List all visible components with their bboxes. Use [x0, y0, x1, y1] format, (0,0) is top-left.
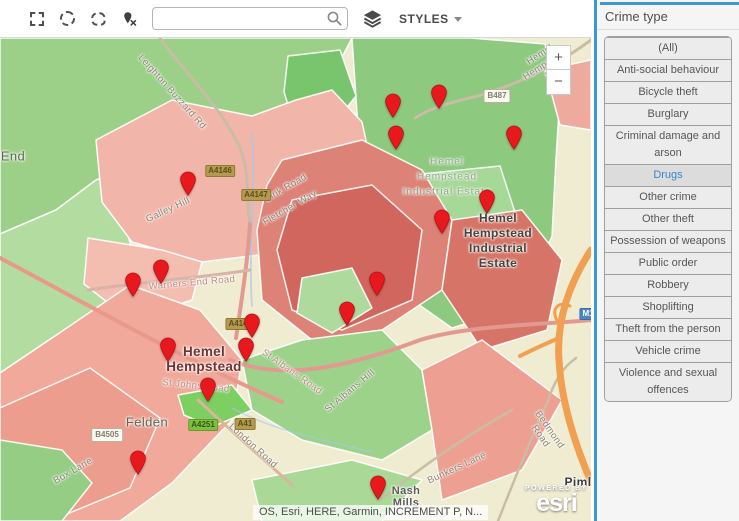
select-circle-tool[interactable] — [59, 10, 76, 27]
crime-location-pin[interactable] — [129, 450, 147, 475]
chevron-down-icon — [454, 17, 462, 22]
dashed-lasso-icon — [90, 10, 108, 27]
pin-icon — [179, 171, 197, 196]
styles-dropdown[interactable]: STYLES — [399, 12, 462, 26]
search-box — [152, 7, 348, 30]
zoom-in-button[interactable]: + — [546, 45, 571, 70]
crime-location-pin[interactable] — [384, 93, 402, 118]
crime-type-button[interactable]: Bicycle theft — [605, 81, 731, 103]
crime-type-button[interactable]: Public order — [605, 252, 731, 274]
map-toolbar: STYLES — [0, 0, 591, 38]
search-input[interactable] — [152, 7, 348, 30]
pin-icon — [199, 377, 217, 402]
pin-icon — [433, 209, 451, 234]
crime-location-pin[interactable] — [237, 337, 255, 362]
search-icon[interactable] — [326, 10, 343, 27]
clear-pins-tool[interactable] — [121, 10, 138, 27]
pin-icon — [478, 189, 496, 214]
map-canvas[interactable]: Leighton Buzzard RdHemel Hempstead RdEnd… — [0, 38, 591, 521]
crime-location-pin[interactable] — [433, 209, 451, 234]
select-lasso-tool[interactable] — [90, 10, 107, 27]
dashed-rectangle-icon — [30, 12, 44, 26]
pin-remove-icon — [121, 9, 138, 29]
crime-type-button[interactable]: (All) — [605, 37, 731, 59]
pin-icon — [368, 271, 386, 296]
dashed-circle-icon — [60, 11, 75, 26]
choropleth-basemap — [0, 38, 591, 521]
crime-type-button[interactable]: Burglary — [605, 103, 731, 125]
zoom-control: + − — [546, 45, 571, 95]
crime-location-pin[interactable] — [199, 377, 217, 402]
crime-location-pin[interactable] — [159, 337, 177, 362]
crime-type-button[interactable]: Criminal damage and arson — [605, 125, 731, 164]
pin-icon — [430, 84, 448, 109]
crime-location-pin[interactable] — [505, 125, 523, 150]
crime-type-button[interactable]: Theft from the person — [605, 318, 731, 340]
layers-icon — [362, 8, 383, 29]
pin-icon — [369, 475, 387, 500]
crime-type-button[interactable]: Other crime — [605, 186, 731, 208]
layers-button[interactable] — [362, 10, 383, 27]
crime-type-button[interactable]: Robbery — [605, 274, 731, 296]
pin-icon — [159, 337, 177, 362]
crime-location-pin[interactable] — [179, 171, 197, 196]
crime-location-pin[interactable] — [387, 125, 405, 150]
pin-icon — [338, 301, 356, 326]
crime-type-button[interactable]: Other theft — [605, 208, 731, 230]
map-attribution: OS, Esri, HERE, Garmin, INCREMENT P, N..… — [253, 505, 488, 520]
crime-type-button[interactable]: Drugs — [605, 164, 731, 186]
pin-icon — [243, 313, 261, 338]
select-rectangle-tool[interactable] — [28, 10, 45, 27]
crime-location-pin[interactable] — [368, 271, 386, 296]
crime-type-panel: Crime type (All)Anti-social behaviourBic… — [597, 0, 739, 521]
crime-type-button[interactable]: Violence and sexual offences — [605, 362, 731, 401]
crime-location-pin[interactable] — [478, 189, 496, 214]
panel-top-accent — [600, 2, 739, 5]
pin-icon — [384, 93, 402, 118]
pin-icon — [387, 125, 405, 150]
pin-icon — [124, 272, 142, 297]
crime-type-button[interactable]: Possession of weapons — [605, 230, 731, 252]
crime-type-list: (All)Anti-social behaviourBicycle theftB… — [604, 36, 732, 402]
crime-location-pin[interactable] — [338, 301, 356, 326]
pin-icon — [505, 125, 523, 150]
crime-location-pin[interactable] — [152, 259, 170, 284]
crime-location-pin[interactable] — [369, 475, 387, 500]
crime-location-pin[interactable] — [430, 84, 448, 109]
crime-type-button[interactable]: Shoplifting — [605, 296, 731, 318]
zoom-out-button[interactable]: − — [546, 70, 571, 95]
pin-icon — [237, 337, 255, 362]
crime-type-button[interactable]: Anti-social behaviour — [605, 59, 731, 81]
crime-map-app: STYLES — [0, 0, 739, 521]
pin-icon — [129, 450, 147, 475]
crime-type-button[interactable]: Vehicle crime — [605, 340, 731, 362]
crime-location-pin[interactable] — [243, 313, 261, 338]
pin-icon — [152, 259, 170, 284]
crime-location-pin[interactable] — [124, 272, 142, 297]
styles-label: STYLES — [399, 12, 449, 26]
